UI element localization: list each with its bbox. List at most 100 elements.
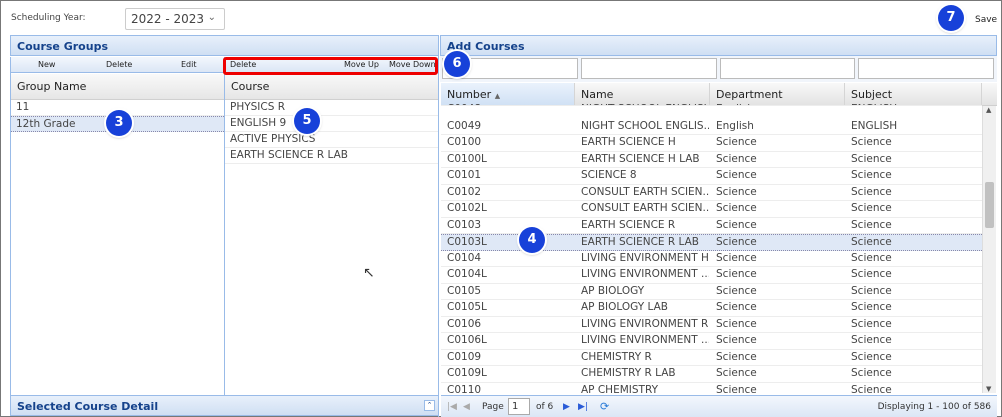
course-subject: Science [851,185,892,198]
course-row[interactable]: C0101 SCIENCE 8 Science Science [441,168,982,185]
course-number: C0100 [447,136,482,148]
course-department: Science [716,317,757,330]
course-subject: Science [851,169,892,181]
course-row[interactable]: C0102L CONSULT EARTH SCIEN... Science Scien… [441,201,982,218]
panel-border-right [438,35,439,417]
course-number: C0109L [447,367,487,379]
scroll-up-icon[interactable]: ▲ [986,106,991,114]
course-row[interactable]: C0106L LIVING ENVIRONMENT ... Science Scien… [441,333,982,350]
course-name: SCIENCE 8 [581,169,637,181]
selected-course-detail-title: Selected Course Detail [17,400,159,413]
course-subject: ENGLISH [851,103,979,105]
scheduling-year-value: 2022 - 2023 [131,12,205,26]
course-row[interactable]: C0105L AP BIOLOGY LAB Science Science [441,300,982,317]
course-row[interactable]: C0109L CHEMISTRY R LAB Science Science [441,366,982,383]
course-row[interactable]: C0106 LIVING ENVIRONMENT R Science Science [441,317,982,333]
callout-badge-5: 5 [294,108,320,134]
app-frame: Scheduling Year: 2022 - 2023 ⌄ Save Cour… [0,0,1002,417]
callout-badge-4: 4 [519,227,545,253]
group-course-row[interactable]: ACTIVE PHYSICS [225,132,439,148]
name-filter-input[interactable] [581,58,717,79]
refresh-icon[interactable]: ⟳ [600,400,609,413]
chevron-down-icon: ⌄ [207,12,216,23]
course-row[interactable]: C0048 NIGHT SCHOOL ENGLISH English ENGLISH [441,102,982,106]
first-page-icon[interactable]: |◀ [447,402,457,412]
group-course-row[interactable]: EARTH SCIENCE R LAB [225,148,439,164]
course-name: LIVING ENVIRONMENT ... [581,334,709,346]
display-count: Displaying 1 - 100 of 586 [877,402,991,412]
course-row[interactable]: C0100 EARTH SCIENCE H Science Science [441,135,982,152]
course-groups-header: Course Groups [10,35,439,56]
last-page-icon[interactable]: ▶| [578,402,588,412]
group-course-row[interactable]: PHYSICS R [225,100,439,116]
department-filter-input[interactable] [720,58,855,79]
course-name: NIGHT SCHOOL ENGLISH [581,103,709,105]
course-subject: Science [851,202,892,214]
course-department: Science [716,268,757,280]
course-department: Science [716,350,757,363]
prev-page-icon[interactable]: ◀ [463,402,470,412]
course-name: LIVING ENVIRONMENT R [581,317,709,330]
course-subject: Science [851,350,892,363]
course-department: Science [716,383,757,396]
course-number: C0110 [447,383,482,396]
group-course-row[interactable]: ENGLISH 9 [225,116,439,132]
course-row[interactable]: C0049 NIGHT SCHOOL ENGLIS... English ENGLIS… [441,119,982,135]
course-number: C0102L [447,202,487,214]
course-subject: Science [851,268,892,280]
course-number: C0105 [447,284,482,297]
save-button[interactable]: Save [975,15,997,25]
scroll-thumb[interactable] [985,182,994,228]
toolbar-highlight-box [223,57,438,75]
sort-asc-icon: ▲ [494,92,501,100]
course-department: Science [716,284,757,297]
course-department: Science [716,185,757,198]
mouse-cursor-icon: ↖ [363,265,375,281]
course-row[interactable]: C0105 AP BIOLOGY Science Science [441,284,982,300]
course-subject: Science [851,136,892,148]
course-name: LIVING ENVIRONMENT H [581,251,709,264]
course-subject: Science [851,236,892,248]
course-column-header[interactable]: Course [225,74,439,100]
next-page-icon[interactable]: ▶ [563,402,570,412]
course-row[interactable]: C0102 CONSULT EARTH SCIEN... Science Scienc… [441,185,982,201]
expand-icon[interactable]: ⌃ [424,400,435,411]
new-group-button[interactable]: New [38,60,55,69]
course-subject: Science [851,218,892,231]
course-number: C0049 [447,119,482,132]
edit-group-button[interactable]: Edit [181,60,197,69]
course-subject: ENGLISH [851,119,898,132]
course-row[interactable]: C0104L LIVING ENVIRONMENT ... Science Scien… [441,267,982,284]
delete-group-button[interactable]: Delete [106,60,132,69]
callout-badge-7: 7 [938,5,964,31]
scheduling-year-label: Scheduling Year: [11,13,86,23]
course-department: Science [716,251,757,264]
grid-scrollbar[interactable]: ▲ ▼ [982,106,996,393]
course-department: English [716,103,844,105]
course-name: NIGHT SCHOOL ENGLIS... [581,119,709,132]
course-number: C0103L [447,236,487,248]
scheduling-year-select[interactable]: 2022 - 2023 ⌄ [125,8,225,30]
scroll-down-icon[interactable]: ▼ [986,385,991,393]
panel-divider [224,57,225,395]
course-number: C0101 [447,169,482,181]
course-name: EARTH SCIENCE R [581,218,676,231]
subject-filter-input[interactable] [858,58,994,79]
course-number: C0104L [447,268,487,280]
course-department: Science [716,218,757,231]
selected-course-detail-header[interactable]: Selected Course Detail [10,395,439,416]
course-row[interactable]: C0100L EARTH SCIENCE H LAB Science Science [441,152,982,168]
callout-badge-6: 6 [444,51,470,77]
course-subject: Science [851,367,892,379]
course-groups-title: Course Groups [17,40,108,53]
page-number-input[interactable]: 1 [508,398,530,415]
course-row[interactable]: C0109 CHEMISTRY R Science Science [441,350,982,366]
course-department: Science [716,334,757,346]
course-row[interactable]: C0104 LIVING ENVIRONMENT H Science Science [441,251,982,267]
course-department: Science [716,301,757,313]
group-name-column-header[interactable]: Group Name [11,74,224,100]
course-number: C0106 [447,317,482,330]
course-name: AP BIOLOGY LAB [581,301,668,313]
course-subject: Science [851,383,892,396]
course-name: CONSULT EARTH SCIEN... [581,202,709,214]
